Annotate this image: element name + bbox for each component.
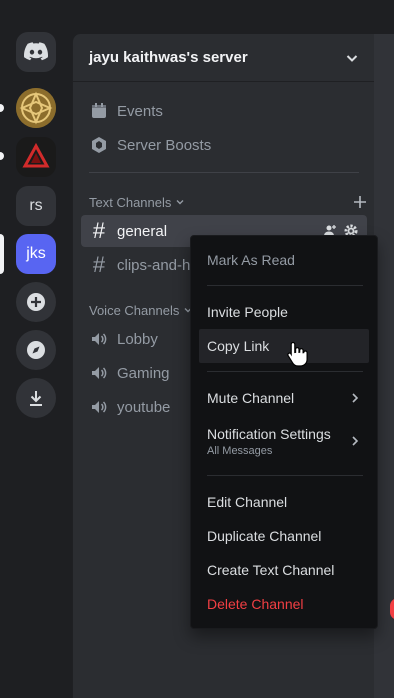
channel-name: youtube — [117, 398, 171, 416]
chevron-right-icon — [352, 393, 359, 403]
server-header[interactable]: jayu kaithwas's server — [73, 34, 375, 82]
ornament-icon — [16, 88, 56, 128]
discord-home-button[interactable] — [16, 32, 56, 72]
menu-item-label: Delete Channel — [207, 596, 304, 612]
duplicate-channel-item[interactable]: Duplicate Channel — [199, 519, 369, 553]
category-label: Text Channels — [89, 194, 172, 210]
add-server-button[interactable] — [16, 282, 56, 322]
channel-context-menu: Mark As Read Invite People Copy Link Mut… — [190, 235, 378, 629]
server-icon-red[interactable] — [16, 137, 56, 177]
hash-icon: # — [92, 218, 106, 243]
notification-settings-item[interactable]: Notification Settings All Messages — [199, 419, 369, 463]
unread-indicator — [0, 152, 4, 160]
download-button[interactable] — [16, 378, 56, 418]
notification-value: All Messages — [207, 444, 273, 457]
menu-item-label: Mark As Read — [207, 252, 295, 268]
server-jks[interactable]: jks — [16, 234, 56, 274]
mute-channel-item[interactable]: Mute Channel — [199, 381, 369, 415]
menu-separator — [207, 475, 363, 476]
menu-item-label: Invite People — [207, 304, 288, 320]
menu-separator — [207, 371, 363, 372]
menu-separator — [207, 285, 363, 286]
unread-indicator — [0, 104, 4, 112]
hand-cursor-icon — [287, 341, 308, 367]
red-triangle-icon — [22, 143, 50, 168]
menu-item-label: Copy Link — [207, 338, 270, 354]
server-rs-label: rs — [29, 197, 43, 214]
mark-as-read-item[interactable]: Mark As Read — [199, 243, 369, 277]
delete-channel-item[interactable]: Delete Channel — [199, 587, 369, 621]
calendar-icon — [89, 101, 109, 121]
speaker-icon — [89, 397, 109, 417]
menu-item-label: Mute Channel — [207, 390, 295, 406]
channel-name: Lobby — [117, 330, 158, 348]
category-text-channels[interactable]: Text Channels — [89, 190, 367, 214]
category-label: Voice Channels — [89, 302, 180, 318]
chevron-down-icon — [176, 200, 184, 205]
selected-indicator — [0, 234, 4, 274]
events-item[interactable]: Events — [81, 95, 367, 127]
menu-item-label: Edit Channel — [207, 494, 288, 510]
speaker-icon — [89, 363, 109, 383]
create-text-channel-item[interactable]: Create Text Channel — [199, 553, 369, 587]
server-rs[interactable]: rs — [16, 186, 56, 226]
add-channel-icon[interactable] — [353, 195, 367, 209]
sidebar-divider — [89, 172, 359, 173]
server-icon-gold[interactable] — [16, 88, 56, 128]
channel-name: Gaming — [117, 364, 170, 382]
discord-logo-icon — [24, 42, 48, 61]
invite-people-item[interactable]: Invite People — [199, 295, 369, 329]
chevron-right-icon — [352, 436, 359, 446]
boost-icon — [89, 135, 109, 155]
server-name: jayu kaithwas's server — [89, 49, 248, 66]
events-label: Events — [117, 102, 163, 120]
download-icon — [30, 391, 42, 406]
server-rail: rs jks — [0, 0, 72, 698]
plus-circle-icon — [27, 293, 45, 311]
notification-badge — [390, 598, 394, 620]
server-boosts-item[interactable]: Server Boosts — [81, 129, 367, 161]
copy-link-item[interactable]: Copy Link — [199, 329, 369, 363]
chevron-down-icon — [346, 54, 358, 62]
speaker-icon — [89, 329, 109, 349]
edit-channel-item[interactable]: Edit Channel — [199, 485, 369, 519]
server-jks-label: jks — [26, 245, 46, 262]
explore-button[interactable] — [16, 330, 56, 370]
compass-icon — [27, 341, 45, 359]
menu-item-label: Create Text Channel — [207, 562, 335, 578]
server-boosts-label: Server Boosts — [117, 136, 212, 154]
menu-item-label: Notification Settings — [207, 425, 331, 442]
menu-item-label: Duplicate Channel — [207, 528, 322, 544]
hash-icon: # — [92, 252, 106, 277]
